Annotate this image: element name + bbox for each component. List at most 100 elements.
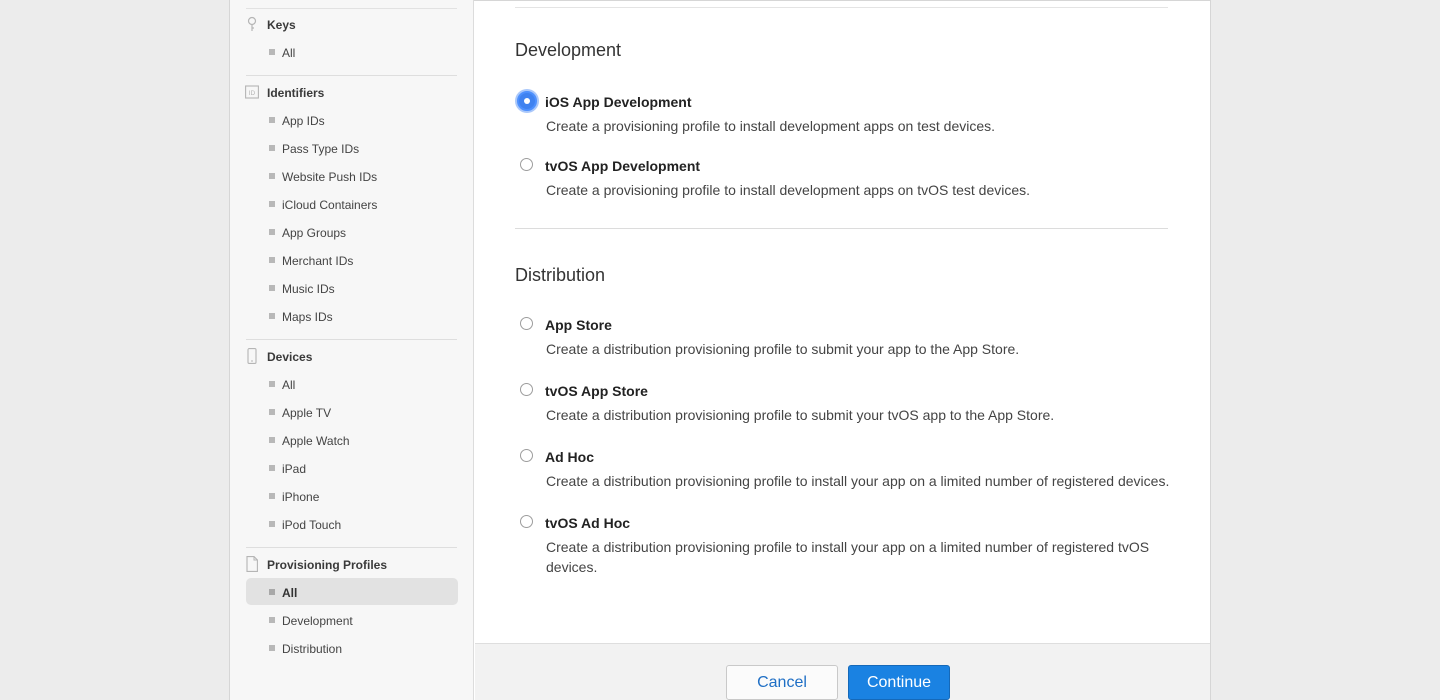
bullet-icon (269, 201, 275, 207)
sidebar-item-label: Maps IDs (282, 310, 333, 324)
divider (515, 228, 1168, 229)
option-title: Ad Hoc (545, 449, 594, 465)
divider (246, 8, 457, 9)
sidebar-item-label: iPod Touch (282, 518, 342, 532)
section-header-identifiers[interactable]: ID Identifiers (230, 78, 474, 106)
sidebar-item-keys-all[interactable]: All (230, 38, 474, 66)
bullet-icon (269, 285, 275, 291)
sidebar-item-devices-all[interactable]: All (230, 370, 474, 398)
main-content: Development iOS App Development Create a… (475, 0, 1210, 700)
sidebar-item-label: App Groups (282, 226, 347, 240)
bullet-icon (269, 117, 275, 123)
sidebar-item-label: iCloud Containers (282, 198, 378, 212)
section-header-provisioning-profiles[interactable]: Provisioning Profiles (230, 550, 474, 578)
option-description: Create a distribution provisioning profi… (546, 341, 1020, 357)
radio-app-store[interactable] (520, 317, 533, 330)
section-header-keys[interactable]: Keys (230, 10, 474, 38)
sidebar-item-label: Distribution (282, 642, 343, 656)
option-title: tvOS Ad Hoc (545, 515, 631, 531)
sidebar-item-label: Pass Type IDs (282, 142, 360, 156)
sidebar-item-apple-watch[interactable]: Apple Watch (230, 426, 474, 454)
distribution-heading: Distribution (515, 265, 606, 285)
sidebar-item-label: Merchant IDs (282, 254, 354, 268)
bullet-icon (269, 493, 275, 499)
option-title: iOS App Development (545, 94, 692, 110)
section-title: Provisioning Profiles (267, 558, 388, 572)
section-title: Identifiers (267, 86, 325, 100)
sidebar-item-label: Apple Watch (282, 434, 350, 448)
option-title: tvOS App Development (545, 158, 701, 174)
sidebar-item-website-push-ids[interactable]: Website Push IDs (230, 162, 474, 190)
sidebar-item-label: Website Push IDs (282, 170, 378, 184)
option-title: tvOS App Store (545, 383, 648, 399)
bullet-icon (269, 617, 275, 623)
bullet-icon (269, 257, 275, 263)
bullet-icon (269, 437, 275, 443)
sidebar-item-ipod-touch[interactable]: iPod Touch (230, 510, 474, 538)
radio-tvos-app-store[interactable] (520, 383, 533, 396)
cancel-button[interactable]: Cancel (726, 665, 838, 700)
bullet-icon (269, 645, 275, 651)
sidebar-item-label: All (282, 46, 296, 60)
sidebar-item-label: Development (282, 614, 353, 628)
action-footer: Cancel Continue (475, 643, 1210, 700)
document-icon (245, 556, 259, 572)
divider (246, 75, 457, 76)
sidebar-item-ipad[interactable]: iPad (230, 454, 474, 482)
sidebar-item-label: iPhone (282, 490, 320, 504)
sidebar-item-app-ids[interactable]: App IDs (230, 106, 474, 134)
sidebar-item-music-ids[interactable]: Music IDs (230, 274, 474, 302)
option-description: Create a distribution provisioning profi… (546, 539, 1150, 575)
selection-highlight (246, 578, 458, 605)
section-header-devices[interactable]: Devices (230, 342, 474, 370)
sidebar-item-app-groups[interactable]: App Groups (230, 218, 474, 246)
sidebar-section-identifiers: ID Identifiers App IDs Pass Type IDs Web… (230, 78, 474, 330)
sidebar-item-profiles-all[interactable]: All (230, 578, 474, 606)
id-card-icon: ID (245, 84, 259, 100)
sidebar-item-label: iPad (282, 462, 307, 476)
sidebar-section-provisioning-profiles: Provisioning Profiles All Development Di… (230, 550, 474, 662)
bullet-icon (269, 521, 275, 527)
sidebar-item-merchant-ids[interactable]: Merchant IDs (230, 246, 474, 274)
sidebar-item-label: App IDs (282, 114, 325, 128)
divider (515, 7, 1168, 8)
section-title: Devices (267, 350, 313, 364)
development-heading: Development (515, 40, 622, 60)
bullet-icon (269, 145, 275, 151)
sidebar-section-keys: Keys All (230, 10, 474, 66)
radio-tvos-ad-hoc[interactable] (520, 515, 533, 528)
divider (246, 339, 457, 340)
bullet-icon (269, 49, 275, 55)
option-title: App Store (545, 317, 612, 333)
sidebar-item-distribution[interactable]: Distribution (230, 634, 474, 662)
sidebar-item-apple-tv[interactable]: Apple TV (230, 398, 474, 426)
device-icon (245, 348, 259, 364)
continue-button[interactable]: Continue (848, 665, 950, 700)
radio-tvos-app-development[interactable] (520, 158, 533, 171)
sidebar-item-pass-type-ids[interactable]: Pass Type IDs (230, 134, 474, 162)
sidebar-item-label: Apple TV (282, 406, 332, 420)
sidebar-item-label: All (282, 586, 298, 600)
bullet-icon (269, 381, 275, 387)
divider (246, 547, 457, 548)
sidebar-item-icloud-containers[interactable]: iCloud Containers (230, 190, 474, 218)
sidebar: Keys All ID Identifiers App IDs Pass Typ… (230, 0, 474, 700)
radio-ios-app-development[interactable] (517, 91, 537, 111)
option-description: Create a provisioning profile to install… (546, 182, 1031, 198)
sidebar-item-label: All (282, 378, 296, 392)
sidebar-section-devices: Devices All Apple TV Apple Watch iPad iP… (230, 342, 474, 538)
sidebar-item-iphone[interactable]: iPhone (230, 482, 474, 510)
sidebar-item-label: Music IDs (282, 282, 335, 296)
option-description: Create a distribution provisioning profi… (546, 407, 1055, 423)
bullet-icon (269, 173, 275, 179)
bullet-icon (269, 229, 275, 235)
bullet-icon (269, 409, 275, 415)
sidebar-item-development[interactable]: Development (230, 606, 474, 634)
bullet-icon (269, 313, 275, 319)
key-icon (245, 16, 259, 32)
sidebar-item-maps-ids[interactable]: Maps IDs (230, 302, 474, 330)
option-description: Create a provisioning profile to install… (546, 118, 996, 134)
radio-ad-hoc[interactable] (520, 449, 533, 462)
option-description: Create a distribution provisioning profi… (546, 473, 1170, 489)
bullet-icon (269, 589, 275, 595)
